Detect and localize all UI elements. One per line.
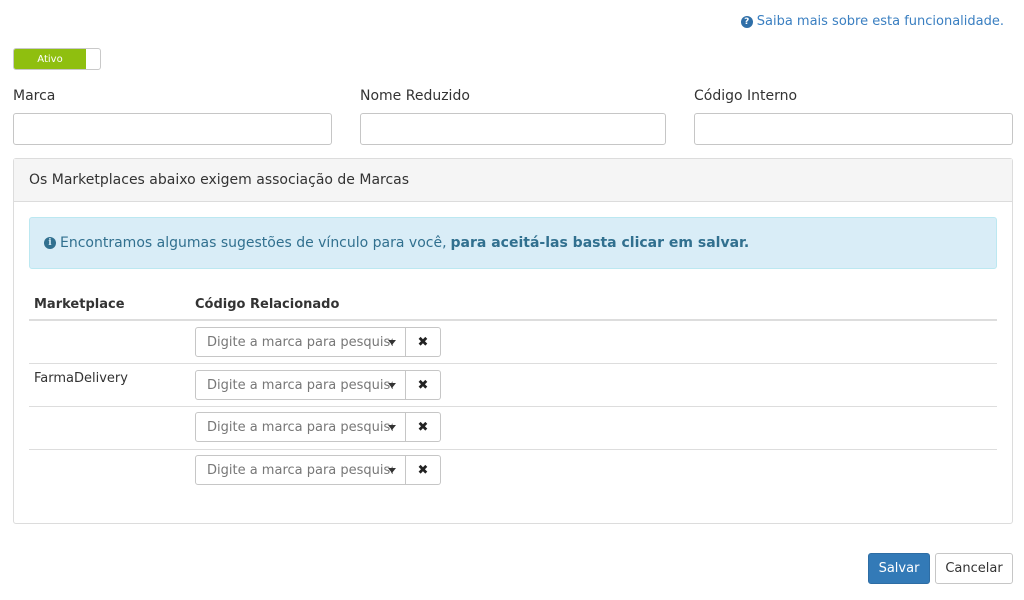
- question-circle-icon: ?: [740, 15, 753, 28]
- clear-button[interactable]: ✖: [406, 412, 441, 442]
- save-button[interactable]: Salvar: [868, 553, 930, 584]
- brand-select-group: Digite a marca para pesquisar ✖: [195, 370, 441, 400]
- times-icon: ✖: [417, 462, 429, 478]
- brand-select[interactable]: Digite a marca para pesquisar: [195, 412, 406, 442]
- brand-select-placeholder: Digite a marca para pesquisar: [207, 377, 393, 393]
- marketplace-name: FarmaDelivery: [34, 371, 128, 386]
- caret-down-icon: [388, 383, 396, 388]
- brand-select[interactable]: Digite a marca para pesquisar: [195, 327, 406, 357]
- alert-strong-text: para aceitá-las basta clicar em salvar.: [450, 235, 750, 251]
- row-divider: [29, 363, 997, 364]
- help-link-text: Saiba mais sobre esta funcionalidade.: [756, 14, 1004, 29]
- marca-label: Marca: [13, 88, 56, 104]
- panel-heading: Os Marketplaces abaixo exigem associação…: [14, 159, 1012, 202]
- brand-select-placeholder: Digite a marca para pesquisar: [207, 419, 393, 435]
- alert-text: Encontramos algumas sugestões de vínculo…: [60, 235, 447, 251]
- marketplace-panel: Os Marketplaces abaixo exigem associação…: [13, 158, 1013, 524]
- codigo-interno-label: Código Interno: [694, 88, 798, 104]
- brand-select-placeholder: Digite a marca para pesquisar: [207, 334, 393, 350]
- caret-down-icon: [388, 340, 396, 345]
- row-divider: [29, 449, 997, 450]
- brand-select-group: Digite a marca para pesquisar ✖: [195, 327, 441, 357]
- info-alert: i Encontramos algumas sugestões de víncu…: [29, 217, 997, 269]
- nome-reduzido-input[interactable]: [360, 113, 666, 145]
- brand-select-group: Digite a marca para pesquisar ✖: [195, 412, 441, 442]
- codigo-interno-input[interactable]: [694, 113, 1013, 145]
- clear-button[interactable]: ✖: [406, 455, 441, 485]
- cancel-button[interactable]: Cancelar: [935, 553, 1013, 584]
- clear-button[interactable]: ✖: [406, 370, 441, 400]
- brand-select-group: Digite a marca para pesquisar ✖: [195, 455, 441, 485]
- column-header-codigo: Código Relacionado: [195, 297, 340, 312]
- toggle-label: Ativo: [14, 49, 86, 69]
- row-divider: [29, 406, 997, 407]
- marca-input[interactable]: [13, 113, 332, 145]
- brand-select[interactable]: Digite a marca para pesquisar: [195, 370, 406, 400]
- times-icon: ✖: [417, 377, 429, 393]
- times-icon: ✖: [417, 419, 429, 435]
- table-header-divider: [29, 319, 997, 321]
- active-toggle[interactable]: Ativo: [13, 48, 101, 70]
- times-icon: ✖: [417, 334, 429, 350]
- brand-select-placeholder: Digite a marca para pesquisar: [207, 462, 393, 478]
- brand-select[interactable]: Digite a marca para pesquisar: [195, 455, 406, 485]
- caret-down-icon: [388, 425, 396, 430]
- column-header-marketplace: Marketplace: [34, 297, 125, 312]
- info-circle-icon: i: [44, 237, 56, 249]
- clear-button[interactable]: ✖: [406, 327, 441, 357]
- caret-down-icon: [388, 468, 396, 473]
- nome-reduzido-label: Nome Reduzido: [360, 88, 470, 104]
- help-link[interactable]: ? Saiba mais sobre esta funcionalidade.: [740, 14, 1004, 29]
